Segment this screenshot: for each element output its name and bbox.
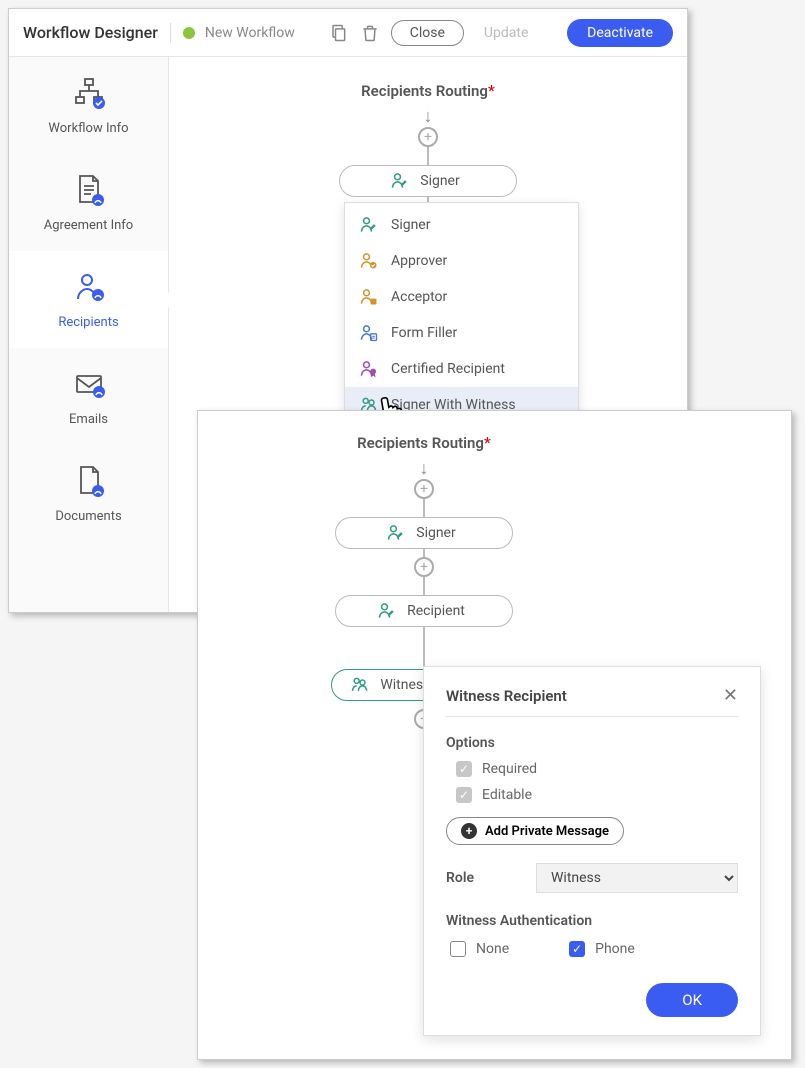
status-text: New Workflow [205, 25, 295, 41]
add-node-button[interactable]: + [418, 127, 438, 147]
close-icon[interactable]: ✕ [723, 685, 738, 706]
panel-title: Witness Recipient [446, 687, 567, 705]
app-title: Workflow Designer [23, 23, 158, 42]
sidebar-item-label: Documents [55, 509, 121, 524]
editable-checkbox-row[interactable]: ✓ Editable [456, 787, 738, 803]
dropdown-item-label: Approver [391, 253, 447, 269]
routing-title-2: Recipients Routing [357, 434, 484, 452]
arrow-down-icon: ↓ [420, 458, 429, 479]
update-button[interactable]: Update [474, 21, 538, 45]
options-label: Options [446, 735, 738, 751]
copy-icon[interactable] [327, 22, 349, 44]
checkbox-icon: ✓ [456, 761, 472, 777]
documents-icon [71, 463, 107, 503]
sidebar-item-documents[interactable]: Documents [9, 445, 168, 542]
add-private-message-button[interactable]: + Add Private Message [446, 817, 624, 845]
node-label: Signer [416, 525, 455, 541]
witness-properties-panel: Witness Recipient ✕ Options ✓ Required ✓… [423, 666, 761, 1036]
dropdown-item-label: Signer [391, 217, 430, 233]
role-select[interactable]: Witness [536, 863, 738, 893]
ok-button[interactable]: OK [646, 983, 738, 1017]
checkbox-label: Required [482, 761, 537, 777]
routing-title: Recipients Routing [361, 82, 488, 100]
required-checkbox-row[interactable]: ✓ Required [456, 761, 738, 777]
status-dot-icon [183, 27, 195, 39]
auth-none-checkbox[interactable]: None [450, 941, 509, 957]
checkbox-icon: ✓ [569, 941, 585, 957]
dropdown-item-label: Form Filler [391, 325, 457, 341]
agreement-info-icon [71, 172, 107, 212]
add-node-button[interactable]: + [414, 479, 434, 499]
auth-phone-checkbox[interactable]: ✓ Phone [569, 941, 635, 957]
required-star: * [488, 81, 495, 100]
emails-icon [71, 366, 107, 406]
checkbox-label: Editable [482, 787, 532, 803]
dropdown-item-label: Certified Recipient [391, 361, 505, 377]
arrow-down-icon: ↓ [424, 106, 433, 127]
workflow-designer-window-2: Recipients Routing* ↓ + Signer + Recipie… [197, 410, 792, 1060]
sidebar-item-emails[interactable]: Emails [9, 348, 168, 445]
sidebar-item-label: Workflow Info [48, 121, 128, 136]
dropdown-item-form-filler[interactable]: Form Filler [345, 315, 578, 351]
checkbox-label: None [476, 941, 509, 957]
sidebar-item-agreement-info[interactable]: Agreement Info [9, 154, 168, 251]
checkbox-icon [450, 941, 466, 957]
dropdown-item-certified[interactable]: Certified Recipient [345, 351, 578, 387]
node-label: Recipient [407, 603, 465, 619]
recipient-type-dropdown: Signer Approver Acceptor Form Filler Cer… [344, 202, 579, 428]
recipients-icon [71, 269, 107, 309]
required-star: * [484, 433, 491, 452]
dropdown-item-approver[interactable]: Approver [345, 243, 578, 279]
separator [170, 23, 171, 43]
signer-node[interactable]: Signer [339, 165, 517, 197]
plus-icon: + [461, 823, 477, 839]
auth-label: Witness Authentication [446, 913, 738, 929]
signer-node-2[interactable]: Signer [335, 517, 513, 549]
workflow-info-icon [71, 75, 107, 115]
sidebar: Workflow Info Agreement Info Recipients … [9, 57, 169, 612]
node-label: Signer [420, 173, 459, 189]
dropdown-item-label: Acceptor [391, 289, 447, 305]
add-private-label: Add Private Message [485, 824, 609, 839]
checkbox-label: Phone [595, 941, 635, 957]
trash-icon[interactable] [359, 22, 381, 44]
sidebar-item-recipients[interactable]: Recipients [9, 251, 168, 348]
sidebar-item-workflow-info[interactable]: Workflow Info [9, 57, 168, 154]
recipient-node[interactable]: Recipient [335, 595, 513, 627]
role-label: Role [446, 870, 506, 886]
sidebar-item-label: Recipients [58, 315, 118, 330]
deactivate-button[interactable]: Deactivate [567, 19, 673, 47]
close-button[interactable]: Close [391, 20, 464, 46]
add-node-button[interactable]: + [414, 557, 434, 577]
sidebar-item-label: Agreement Info [44, 218, 133, 233]
dropdown-item-acceptor[interactable]: Acceptor [345, 279, 578, 315]
header-bar: Workflow Designer New Workflow Close Upd… [9, 9, 687, 57]
checkbox-icon: ✓ [456, 787, 472, 803]
sidebar-item-label: Emails [69, 412, 108, 427]
dropdown-item-signer[interactable]: Signer [345, 207, 578, 243]
